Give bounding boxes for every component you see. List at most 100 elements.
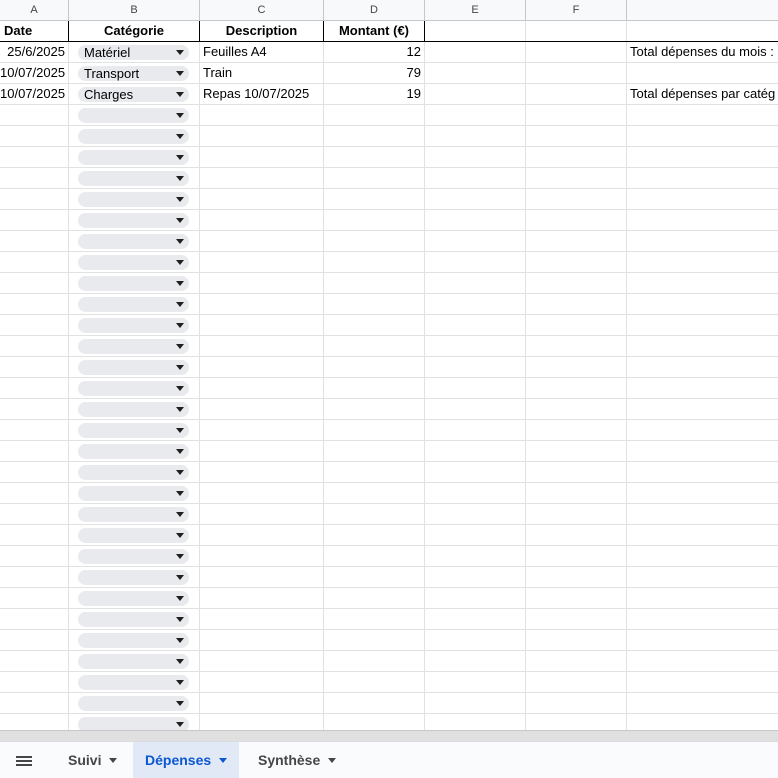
montant-cell[interactable] xyxy=(324,126,425,146)
date-cell[interactable] xyxy=(0,672,69,692)
date-cell[interactable] xyxy=(0,546,69,566)
date-cell[interactable] xyxy=(0,714,69,730)
categorie-cell[interactable] xyxy=(69,147,200,167)
description-cell[interactable] xyxy=(200,441,324,461)
dropdown-arrow-icon[interactable] xyxy=(176,533,184,538)
empty-cell[interactable] xyxy=(526,42,627,62)
horizontal-scrollbar[interactable] xyxy=(0,730,778,741)
empty-cell[interactable] xyxy=(526,483,627,503)
categorie-cell[interactable]: Matériel xyxy=(69,42,200,62)
description-cell[interactable] xyxy=(200,546,324,566)
categorie-cell[interactable] xyxy=(69,168,200,188)
date-cell[interactable] xyxy=(0,147,69,167)
date-cell[interactable] xyxy=(0,567,69,587)
category-dropdown-chip[interactable] xyxy=(78,612,189,627)
montant-cell[interactable] xyxy=(324,189,425,209)
empty-cell[interactable] xyxy=(425,63,526,83)
date-cell[interactable] xyxy=(0,609,69,629)
description-cell[interactable] xyxy=(200,378,324,398)
categorie-cell[interactable] xyxy=(69,441,200,461)
date-cell[interactable] xyxy=(0,462,69,482)
category-dropdown-chip[interactable]: Transport xyxy=(78,66,189,81)
category-dropdown-chip[interactable] xyxy=(78,570,189,585)
description-cell[interactable] xyxy=(200,630,324,650)
sheet-tab-synthese[interactable]: Synthèse xyxy=(246,742,348,778)
empty-cell[interactable] xyxy=(425,525,526,545)
description-cell[interactable] xyxy=(200,147,324,167)
summary-label-cell[interactable] xyxy=(627,483,778,503)
montant-cell[interactable] xyxy=(324,273,425,293)
dropdown-arrow-icon[interactable] xyxy=(176,197,184,202)
categorie-cell[interactable] xyxy=(69,294,200,314)
date-cell[interactable] xyxy=(0,252,69,272)
dropdown-arrow-icon[interactable] xyxy=(176,638,184,643)
cell-f1[interactable] xyxy=(526,21,627,41)
category-dropdown-chip[interactable] xyxy=(78,381,189,396)
dropdown-arrow-icon[interactable] xyxy=(176,113,184,118)
description-cell[interactable] xyxy=(200,567,324,587)
summary-label-cell[interactable] xyxy=(627,294,778,314)
category-dropdown-chip[interactable]: Matériel xyxy=(78,45,189,60)
montant-cell[interactable] xyxy=(324,147,425,167)
date-cell[interactable] xyxy=(0,483,69,503)
empty-cell[interactable] xyxy=(526,147,627,167)
montant-cell[interactable] xyxy=(324,357,425,377)
summary-label-cell[interactable] xyxy=(627,336,778,356)
dropdown-arrow-icon[interactable] xyxy=(176,470,184,475)
categorie-cell[interactable] xyxy=(69,210,200,230)
empty-cell[interactable] xyxy=(425,378,526,398)
empty-cell[interactable] xyxy=(526,315,627,335)
category-dropdown-chip[interactable] xyxy=(78,171,189,186)
montant-cell[interactable]: 19 xyxy=(324,84,425,104)
description-cell[interactable] xyxy=(200,315,324,335)
date-cell[interactable] xyxy=(0,525,69,545)
categorie-cell[interactable] xyxy=(69,105,200,125)
empty-cell[interactable] xyxy=(425,126,526,146)
dropdown-arrow-icon[interactable] xyxy=(176,71,184,76)
category-dropdown-chip[interactable] xyxy=(78,633,189,648)
montant-cell[interactable]: 12 xyxy=(324,42,425,62)
category-dropdown-chip[interactable] xyxy=(78,255,189,270)
dropdown-arrow-icon[interactable] xyxy=(176,680,184,685)
chevron-down-icon[interactable] xyxy=(328,757,337,763)
date-cell[interactable] xyxy=(0,420,69,440)
montant-cell[interactable] xyxy=(324,609,425,629)
summary-label-cell[interactable] xyxy=(627,210,778,230)
summary-label-cell[interactable] xyxy=(627,567,778,587)
montant-cell[interactable] xyxy=(324,420,425,440)
description-cell[interactable] xyxy=(200,357,324,377)
empty-cell[interactable] xyxy=(425,567,526,587)
description-cell[interactable] xyxy=(200,525,324,545)
empty-cell[interactable] xyxy=(425,651,526,671)
description-cell[interactable] xyxy=(200,189,324,209)
empty-cell[interactable] xyxy=(425,630,526,650)
empty-cell[interactable] xyxy=(425,399,526,419)
summary-label-cell[interactable] xyxy=(627,168,778,188)
description-cell[interactable]: Repas 10/07/2025 xyxy=(200,84,324,104)
empty-cell[interactable] xyxy=(425,462,526,482)
empty-cell[interactable] xyxy=(425,336,526,356)
summary-label-cell[interactable] xyxy=(627,672,778,692)
empty-cell[interactable] xyxy=(425,315,526,335)
montant-cell[interactable] xyxy=(324,504,425,524)
description-cell[interactable] xyxy=(200,420,324,440)
category-dropdown-chip[interactable] xyxy=(78,234,189,249)
description-cell[interactable] xyxy=(200,651,324,671)
empty-cell[interactable] xyxy=(526,378,627,398)
category-dropdown-chip[interactable] xyxy=(78,423,189,438)
empty-cell[interactable] xyxy=(526,567,627,587)
date-cell[interactable] xyxy=(0,126,69,146)
spreadsheet-grid[interactable]: A B C D E F Date Catégorie Description M… xyxy=(0,0,778,730)
empty-cell[interactable] xyxy=(526,441,627,461)
empty-cell[interactable] xyxy=(425,441,526,461)
chevron-down-icon[interactable] xyxy=(109,757,118,763)
empty-cell[interactable] xyxy=(425,609,526,629)
description-cell[interactable]: Train xyxy=(200,63,324,83)
category-dropdown-chip[interactable] xyxy=(78,213,189,228)
empty-cell[interactable] xyxy=(425,420,526,440)
date-cell[interactable] xyxy=(0,630,69,650)
category-dropdown-chip[interactable] xyxy=(78,528,189,543)
dropdown-arrow-icon[interactable] xyxy=(176,239,184,244)
empty-cell[interactable] xyxy=(526,672,627,692)
dropdown-arrow-icon[interactable] xyxy=(176,596,184,601)
